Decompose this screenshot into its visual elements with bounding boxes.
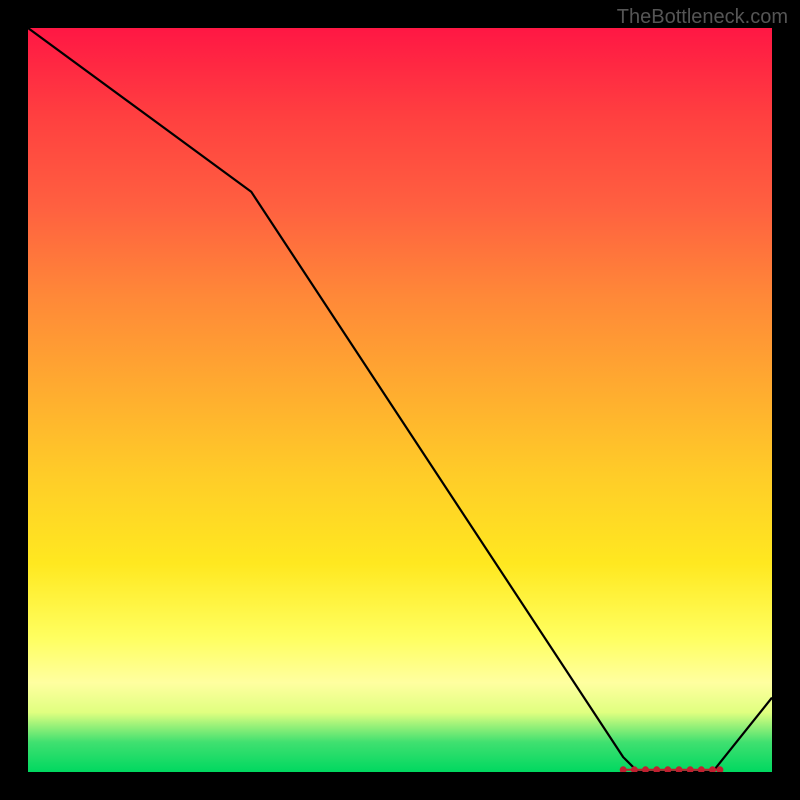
watermark-text: TheBottleneck.com	[617, 6, 788, 29]
optimal-marker	[676, 766, 683, 772]
chart-plot-area	[28, 28, 772, 772]
chart-svg	[28, 28, 772, 772]
optimal-marker	[620, 766, 627, 772]
optimal-marker	[709, 766, 716, 772]
optimal-marker	[642, 766, 649, 772]
bottleneck-curve-line	[28, 28, 772, 772]
optimal-marker	[664, 766, 671, 772]
optimal-marker	[687, 766, 694, 772]
optimal-marker	[698, 766, 705, 772]
optimal-marker	[653, 766, 660, 772]
